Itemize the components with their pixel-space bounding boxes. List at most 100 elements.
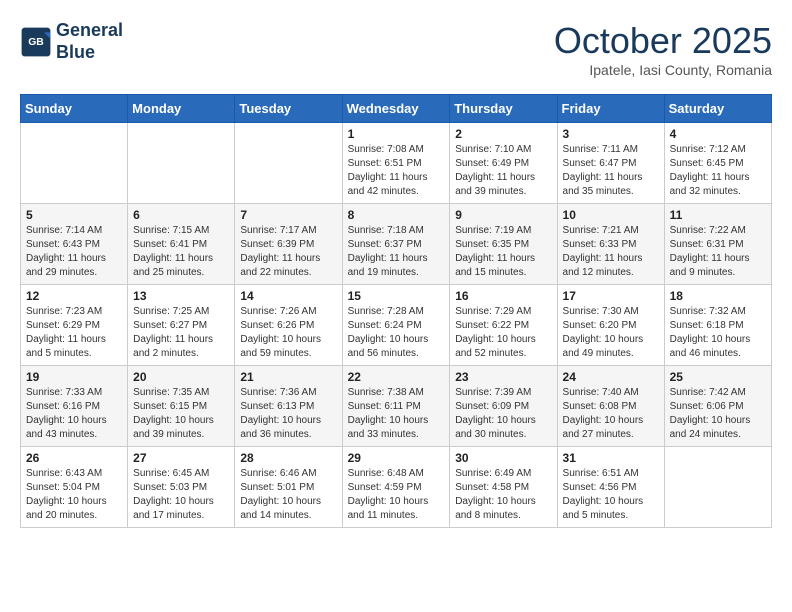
day-info: Sunrise: 7:18 AM Sunset: 6:37 PM Dayligh… [348,224,445,280]
day-number: 18 [670,289,766,303]
calendar-cell: 13 Sunrise: 7:25 AM Sunset: 6:27 PM Dayli… [128,285,235,366]
day-info: Sunrise: 6:49 AM Sunset: 4:58 PM Dayligh… [455,467,551,523]
day-info: Sunrise: 7:08 AM Sunset: 6:51 PM Dayligh… [348,143,445,199]
calendar-cell: 10Sunrise: 7:21 AM Sunset: 6:33 PM Dayli… [557,204,664,285]
calendar-cell: 29Sunrise: 6:48 AM Sunset: 4:59 PM Dayli… [342,447,450,528]
calendar-cell: 7 Sunrise: 7:17 AM Sunset: 6:39 PM Daylig… [235,204,342,285]
day-info: Sunrise: 6:43 AM Sunset: 5:04 PM Dayligh… [26,467,122,523]
day-info: Sunrise: 7:25 AM Sunset: 6:27 PM Dayligh… [133,305,229,361]
calendar-week-row: 19Sunrise: 7:33 AM Sunset: 6:16 PM Dayli… [21,366,772,447]
calendar-header-row: SundayMondayTuesdayWednesdayThursdayFrid… [21,95,772,123]
calendar-cell: 26 Sunrise: 6:43 AM Sunset: 5:04 PM Dayli… [21,447,128,528]
day-info: Sunrise: 7:40 AM Sunset: 6:08 PM Dayligh… [563,386,659,442]
day-number: 16 [455,289,551,303]
day-info: Sunrise: 7:17 AM Sunset: 6:39 PM Dayligh… [240,224,336,280]
calendar-cell: 20 Sunrise: 7:35 AM Sunset: 6:15 PM Dayli… [128,366,235,447]
day-number: 27 [133,451,229,465]
day-number: 30 [455,451,551,465]
calendar-cell [21,123,128,204]
calendar-week-row: 26 Sunrise: 6:43 AM Sunset: 5:04 PM Dayli… [21,447,772,528]
calendar-cell [128,123,235,204]
calendar-cell [235,123,342,204]
day-number: 26 [26,451,122,465]
day-number: 3 [563,127,659,141]
day-number: 10 [563,208,659,222]
weekday-header: Saturday [664,95,771,123]
weekday-header: Wednesday [342,95,450,123]
day-number: 23 [455,370,551,384]
day-number: 1 [348,127,445,141]
day-info: Sunrise: 7:33 AM Sunset: 6:16 PM Dayligh… [26,386,122,442]
calendar-cell: 21Sunrise: 7:36 AM Sunset: 6:13 PM Dayli… [235,366,342,447]
day-info: Sunrise: 7:11 AM Sunset: 6:47 PM Dayligh… [563,143,659,199]
day-number: 12 [26,289,122,303]
svg-text:GB: GB [28,37,44,48]
day-number: 25 [670,370,766,384]
calendar-cell: 14Sunrise: 7:26 AM Sunset: 6:26 PM Dayli… [235,285,342,366]
day-number: 20 [133,370,229,384]
day-number: 2 [455,127,551,141]
day-number: 9 [455,208,551,222]
calendar-cell: 4Sunrise: 7:12 AM Sunset: 6:45 PM Daylig… [664,123,771,204]
title-block: October 2025 Ipatele, Iasi County, Roman… [554,20,772,78]
day-number: 15 [348,289,445,303]
day-info: Sunrise: 7:36 AM Sunset: 6:13 PM Dayligh… [240,386,336,442]
day-info: Sunrise: 7:32 AM Sunset: 6:18 PM Dayligh… [670,305,766,361]
calendar-week-row: 5 Sunrise: 7:14 AM Sunset: 6:43 PM Daylig… [21,204,772,285]
day-info: Sunrise: 7:28 AM Sunset: 6:24 PM Dayligh… [348,305,445,361]
day-info: Sunrise: 7:35 AM Sunset: 6:15 PM Dayligh… [133,386,229,442]
day-number: 8 [348,208,445,222]
month-title: October 2025 [554,20,772,62]
calendar-cell: 31 Sunrise: 6:51 AM Sunset: 4:56 PM Dayli… [557,447,664,528]
day-info: Sunrise: 6:46 AM Sunset: 5:01 PM Dayligh… [240,467,336,523]
day-info: Sunrise: 7:19 AM Sunset: 6:35 PM Dayligh… [455,224,551,280]
day-info: Sunrise: 7:30 AM Sunset: 6:20 PM Dayligh… [563,305,659,361]
calendar-cell: 24 Sunrise: 7:40 AM Sunset: 6:08 PM Dayli… [557,366,664,447]
calendar-cell: 25 Sunrise: 7:42 AM Sunset: 6:06 PM Dayli… [664,366,771,447]
page-header: GB General Blue October 2025 Ipatele, Ia… [20,20,772,78]
day-number: 17 [563,289,659,303]
day-info: Sunrise: 6:45 AM Sunset: 5:03 PM Dayligh… [133,467,229,523]
calendar-cell: 19Sunrise: 7:33 AM Sunset: 6:16 PM Dayli… [21,366,128,447]
calendar-cell: 15 Sunrise: 7:28 AM Sunset: 6:24 PM Dayli… [342,285,450,366]
day-info: Sunrise: 7:38 AM Sunset: 6:11 PM Dayligh… [348,386,445,442]
day-info: Sunrise: 7:12 AM Sunset: 6:45 PM Dayligh… [670,143,766,199]
day-number: 13 [133,289,229,303]
day-number: 11 [670,208,766,222]
calendar-cell: 17 Sunrise: 7:30 AM Sunset: 6:20 PM Dayli… [557,285,664,366]
day-number: 5 [26,208,122,222]
day-number: 6 [133,208,229,222]
day-info: Sunrise: 7:15 AM Sunset: 6:41 PM Dayligh… [133,224,229,280]
calendar-week-row: 1 Sunrise: 7:08 AM Sunset: 6:51 PM Daylig… [21,123,772,204]
calendar-cell: 16 Sunrise: 7:29 AM Sunset: 6:22 PM Dayli… [450,285,557,366]
day-info: Sunrise: 6:51 AM Sunset: 4:56 PM Dayligh… [563,467,659,523]
calendar-cell: 5 Sunrise: 7:14 AM Sunset: 6:43 PM Daylig… [21,204,128,285]
calendar-cell: 6 Sunrise: 7:15 AM Sunset: 6:41 PM Daylig… [128,204,235,285]
day-info: Sunrise: 7:22 AM Sunset: 6:31 PM Dayligh… [670,224,766,280]
calendar-cell: 1 Sunrise: 7:08 AM Sunset: 6:51 PM Daylig… [342,123,450,204]
weekday-header: Monday [128,95,235,123]
day-info: Sunrise: 7:42 AM Sunset: 6:06 PM Dayligh… [670,386,766,442]
day-number: 24 [563,370,659,384]
day-info: Sunrise: 7:29 AM Sunset: 6:22 PM Dayligh… [455,305,551,361]
logo-text: General Blue [56,20,123,63]
calendar-cell: 8 Sunrise: 7:18 AM Sunset: 6:37 PM Daylig… [342,204,450,285]
day-number: 31 [563,451,659,465]
calendar-cell: 11 Sunrise: 7:22 AM Sunset: 6:31 PM Dayli… [664,204,771,285]
day-number: 28 [240,451,336,465]
logo: GB General Blue [20,20,123,63]
day-number: 7 [240,208,336,222]
calendar-cell: 18 Sunrise: 7:32 AM Sunset: 6:18 PM Dayli… [664,285,771,366]
calendar-cell: 9 Sunrise: 7:19 AM Sunset: 6:35 PM Daylig… [450,204,557,285]
day-info: Sunrise: 7:14 AM Sunset: 6:43 PM Dayligh… [26,224,122,280]
day-info: Sunrise: 7:10 AM Sunset: 6:49 PM Dayligh… [455,143,551,199]
day-number: 22 [348,370,445,384]
calendar-cell: 2 Sunrise: 7:10 AM Sunset: 6:49 PM Daylig… [450,123,557,204]
day-number: 29 [348,451,445,465]
day-info: Sunrise: 7:39 AM Sunset: 6:09 PM Dayligh… [455,386,551,442]
weekday-header: Thursday [450,95,557,123]
day-number: 14 [240,289,336,303]
calendar-cell: 3 Sunrise: 7:11 AM Sunset: 6:47 PM Daylig… [557,123,664,204]
weekday-header: Sunday [21,95,128,123]
calendar-week-row: 12Sunrise: 7:23 AM Sunset: 6:29 PM Dayli… [21,285,772,366]
